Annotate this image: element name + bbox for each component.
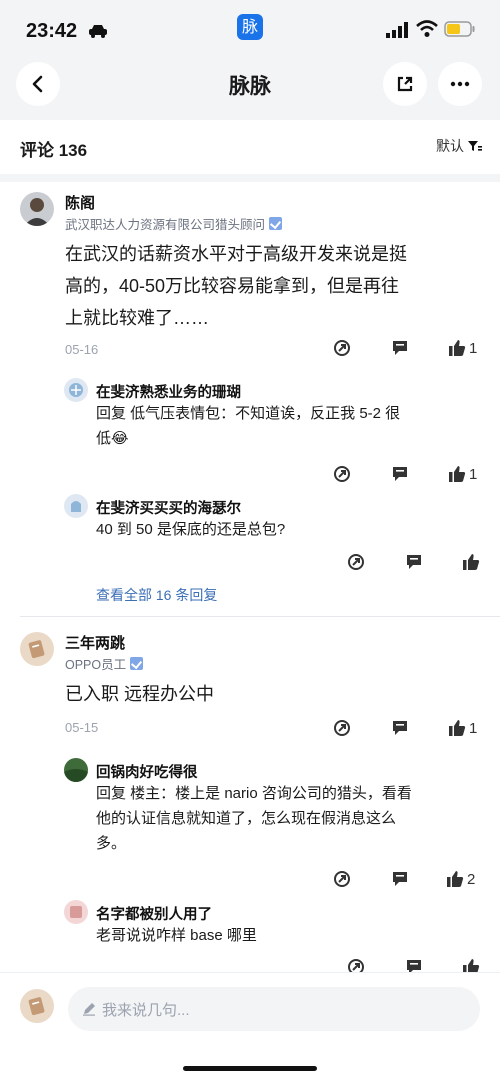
comment-body: 已入职 远程办公中 — [65, 678, 485, 710]
author-title: 武汉职达人力资源有限公司猎头顾问 — [65, 214, 283, 233]
reply-button[interactable] — [391, 339, 409, 357]
app-badge: 脉 — [237, 14, 263, 40]
repost-icon — [334, 466, 350, 482]
avatar[interactable] — [64, 494, 88, 518]
comment-icon — [407, 555, 421, 569]
comment-date: 05-16 — [65, 342, 99, 357]
status-bar: 23:42 脉 — [0, 0, 500, 60]
verified-badge-icon — [130, 657, 144, 670]
home-indicator — [183, 1066, 317, 1071]
section-divider — [0, 174, 500, 182]
comment-date: 05-15 — [65, 720, 99, 735]
sort-button[interactable]: 默认 — [436, 136, 482, 156]
view-all-replies-link[interactable]: 查看全部 16 条回复 — [96, 585, 217, 605]
like-count: 1 — [469, 719, 478, 737]
reply-body-line: 低😂 — [96, 430, 129, 447]
avatar[interactable] — [20, 192, 54, 226]
reply-body-line: 多。 — [96, 835, 127, 852]
comment-author-name[interactable]: 三年两跳 — [65, 632, 125, 653]
avatar[interactable] — [64, 378, 88, 402]
like-count: 2 — [467, 870, 476, 888]
comment-body-line: 已入职 远程办公中 — [65, 684, 215, 704]
comment-body-line: 在武汉的话薪资水平对于高级开发来说是挺 — [65, 244, 407, 264]
comment-body-line: 上就比较难了…… — [65, 308, 209, 328]
my-avatar[interactable] — [20, 989, 54, 1023]
like-button[interactable]: 1 — [448, 465, 477, 483]
reply-author-name[interactable]: 在斐济熟悉业务的珊瑚 — [96, 381, 241, 402]
like-button[interactable]: 1 — [448, 719, 477, 737]
status-time: 23:42 — [26, 20, 78, 42]
reply-author-name[interactable]: 回锅肉好吃得很 — [96, 761, 198, 782]
like-button[interactable]: 2 — [446, 870, 475, 888]
comments-header: 评论 136 默认 — [0, 120, 500, 174]
avatar[interactable] — [64, 900, 88, 924]
nav-bar: 脉脉 — [0, 60, 500, 120]
reply-body: 老哥说说咋样 base 哪里 — [96, 923, 486, 948]
like-count: 1 — [469, 465, 478, 483]
car-icon — [89, 25, 107, 38]
repost-icon — [348, 554, 364, 570]
like-count: 1 — [469, 339, 478, 357]
thumbs-up-icon — [449, 720, 466, 736]
repost-button[interactable] — [333, 870, 351, 888]
verified-badge-icon — [269, 217, 283, 230]
share-button[interactable] — [383, 62, 427, 106]
comment-input[interactable]: 我来说几句... — [68, 987, 480, 1031]
reply-body-line: 回复 低气压表情包：不知道诶，反正我 5-2 很 — [96, 405, 401, 422]
repost-button[interactable] — [333, 719, 351, 737]
reply-button[interactable] — [391, 870, 409, 888]
reply-button[interactable] — [391, 465, 409, 483]
battery-icon — [444, 21, 475, 37]
thumbs-up-icon — [447, 871, 464, 887]
comment-icon — [393, 341, 407, 355]
author-company: OPPO员工 — [65, 658, 127, 672]
filter-icon — [468, 141, 482, 151]
reply-body-line: 回复 楼主：楼上是 nario 咨询公司的猎头，看看 — [96, 785, 412, 802]
reply-author-name[interactable]: 在斐济买买买的海瑟尔 — [96, 497, 241, 518]
sort-label: 默认 — [436, 138, 464, 154]
reply-body: 回复 低气压表情包：不知道诶，反正我 5-2 很 低😂 — [96, 401, 486, 451]
like-button[interactable]: 1 — [448, 339, 477, 357]
comment-body: 在武汉的话薪资水平对于高级开发来说是挺 高的，40-50万比较容易能拿到，但是再… — [65, 238, 485, 334]
repost-button[interactable] — [347, 553, 365, 571]
reply-body: 回复 楼主：楼上是 nario 咨询公司的猎头，看看 他的认证信息就知道了，怎么… — [96, 781, 486, 856]
like-button[interactable] — [462, 553, 480, 571]
reply-body-line: 老哥说说咋样 base 哪里 — [96, 927, 257, 944]
comment-icon — [393, 721, 407, 735]
comments-count-title: 评论 136 — [20, 141, 88, 160]
wifi-icon — [416, 20, 438, 37]
more-button[interactable] — [438, 62, 482, 106]
comment-icon — [393, 872, 407, 886]
repost-icon — [334, 871, 350, 887]
reply-button[interactable] — [391, 719, 409, 737]
reply-button[interactable] — [405, 553, 423, 571]
thumbs-up-icon — [449, 466, 466, 482]
share-icon — [397, 76, 413, 92]
reply-body-line: 他的认证信息就知道了，怎么现在假消息这么 — [96, 810, 397, 827]
thumbs-up-icon — [449, 340, 466, 356]
author-title: OPPO员工 — [65, 654, 144, 673]
thread-divider — [20, 616, 500, 617]
thumbs-up-icon — [463, 554, 480, 570]
repost-icon — [334, 720, 350, 736]
avatar[interactable] — [64, 758, 88, 782]
repost-icon — [334, 340, 350, 356]
more-icon — [450, 81, 470, 87]
reply-author-name[interactable]: 名字都被别人用了 — [96, 903, 212, 924]
pencil-icon — [83, 1003, 95, 1016]
author-company: 武汉职达人力资源有限公司猎头顾问 — [65, 218, 266, 232]
reply-body: 40 到 50 是保底的还是总包? — [96, 517, 486, 542]
signal-icon — [386, 22, 408, 38]
avatar[interactable] — [20, 632, 54, 666]
reply-body-line: 40 到 50 是保底的还是总包? — [96, 521, 286, 538]
repost-button[interactable] — [333, 465, 351, 483]
comment-author-name[interactable]: 陈阁 — [65, 192, 95, 213]
comment-icon — [393, 467, 407, 481]
repost-button[interactable] — [333, 339, 351, 357]
comment-input-placeholder: 我来说几句... — [102, 1001, 190, 1019]
comment-body-line: 高的，40-50万比较容易能拿到，但是再往 — [65, 276, 400, 296]
